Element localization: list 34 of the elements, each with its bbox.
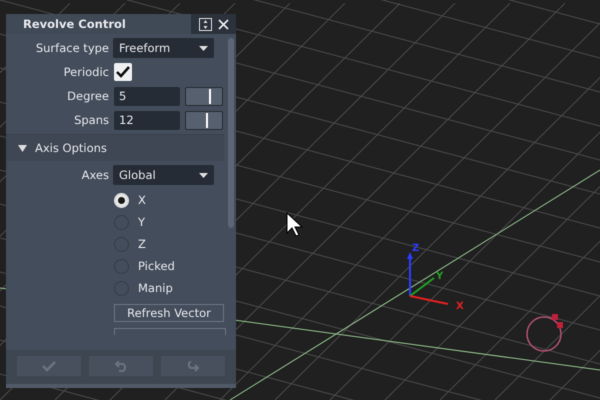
caret-icon xyxy=(18,144,27,152)
axis-label: X xyxy=(456,302,464,312)
axis-label: Y xyxy=(436,272,444,282)
field-label: Surface type xyxy=(34,41,109,55)
undo-icon xyxy=(114,360,128,372)
radio-label: X xyxy=(138,193,146,207)
section-header[interactable]: Axis Options xyxy=(6,134,224,161)
axis-label: Z xyxy=(412,244,420,254)
check-icon xyxy=(42,360,56,372)
radio-label: Manip xyxy=(138,281,173,295)
panel-title: Revolve Control xyxy=(23,17,126,31)
radio-label: Y xyxy=(138,215,146,229)
field-label: Degree xyxy=(66,89,109,103)
slider-track[interactable] xyxy=(185,86,223,106)
radio-label: Z xyxy=(138,237,146,251)
axes-dropdown[interactable]: Global xyxy=(113,165,214,185)
number-field[interactable]: 5 xyxy=(114,86,180,106)
caret-icon xyxy=(199,46,208,50)
field-label: Spans xyxy=(73,113,109,127)
field-label: Axes xyxy=(80,168,109,182)
mouse-cursor-icon xyxy=(286,212,304,238)
number-field[interactable]: 12 xyxy=(114,110,180,130)
field-label: Periodic xyxy=(62,65,109,79)
slider-thumb[interactable] xyxy=(206,112,208,128)
slider-track[interactable] xyxy=(185,110,223,130)
redo-icon xyxy=(186,360,200,372)
refresh-vector-button[interactable]: Refresh Vector xyxy=(114,304,224,322)
surface-type-dropdown[interactable]: Freeform xyxy=(113,38,214,58)
caret-icon xyxy=(199,172,208,178)
close-icon[interactable] xyxy=(218,18,229,30)
radio-label: Picked xyxy=(138,259,175,273)
periodic-checkbox[interactable] xyxy=(114,63,132,81)
pin-icon[interactable] xyxy=(199,18,212,30)
slider-thumb[interactable] xyxy=(209,88,212,104)
